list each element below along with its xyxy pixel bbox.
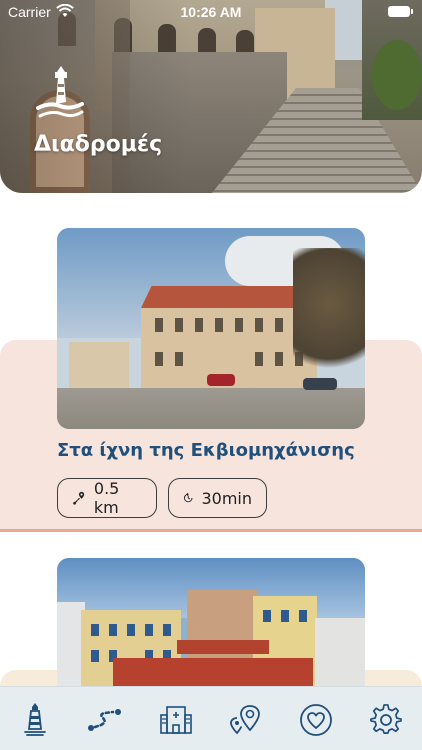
photo-window bbox=[127, 624, 135, 636]
route-duration-value: 30min bbox=[201, 488, 252, 508]
route-icon bbox=[88, 709, 121, 731]
photo-window bbox=[175, 318, 183, 332]
route-distance-badge: 0.5 km bbox=[57, 478, 157, 518]
lighthouse-icon bbox=[24, 703, 46, 736]
route-duration-badge: 30min bbox=[168, 478, 267, 518]
photo-window bbox=[275, 318, 283, 332]
photo-ground bbox=[57, 388, 365, 429]
photo-window bbox=[275, 352, 283, 366]
tab-settings[interactable] bbox=[368, 703, 404, 737]
route-card-photo[interactable] bbox=[57, 558, 365, 698]
photo-window bbox=[215, 318, 223, 332]
photo-car bbox=[207, 374, 235, 386]
route-distance-value: 0.5 km bbox=[93, 479, 120, 517]
photo-car bbox=[303, 378, 337, 390]
tab-routes[interactable] bbox=[87, 703, 123, 737]
photo-window bbox=[195, 318, 203, 332]
heart-icon bbox=[300, 704, 332, 736]
photo-roof bbox=[177, 640, 269, 654]
photo-window bbox=[235, 318, 243, 332]
photo-window bbox=[155, 318, 163, 332]
tab-favorites[interactable] bbox=[298, 703, 334, 737]
battery-icon bbox=[388, 6, 413, 17]
photo-window bbox=[109, 624, 117, 636]
photo-window bbox=[145, 624, 153, 636]
photo-window bbox=[263, 610, 271, 622]
photo-tree bbox=[293, 248, 365, 388]
route-distance-icon bbox=[73, 491, 85, 505]
photo-window bbox=[155, 352, 163, 366]
tab-places[interactable] bbox=[228, 703, 264, 737]
photo-window bbox=[175, 352, 183, 366]
header-banner: Διαδρομές bbox=[0, 0, 422, 193]
photo-window bbox=[255, 352, 263, 366]
clock: 10:26 AM bbox=[180, 4, 242, 20]
photo-window bbox=[163, 624, 171, 636]
gear-icon bbox=[370, 704, 402, 734]
photo-window bbox=[91, 650, 99, 662]
status-bar: Carrier 10:26 AM bbox=[0, 0, 422, 24]
route-title[interactable]: Στα ίχνη της Εκβιομηχάνισης bbox=[57, 440, 355, 461]
photo-building-left bbox=[69, 342, 129, 388]
photo-roof bbox=[141, 286, 317, 308]
photo-window bbox=[255, 318, 263, 332]
tab-bar bbox=[0, 686, 422, 750]
page-title: Διαδρομές bbox=[34, 132, 163, 157]
map-pins-icon bbox=[230, 705, 260, 735]
route-card-photo[interactable] bbox=[57, 228, 365, 429]
photo-window bbox=[299, 610, 307, 622]
photo-window bbox=[281, 610, 289, 622]
clock-icon bbox=[184, 492, 193, 503]
tab-hotels[interactable] bbox=[158, 703, 194, 737]
hotel-icon bbox=[160, 706, 192, 734]
tab-home[interactable] bbox=[17, 703, 53, 737]
photo-window bbox=[91, 624, 99, 636]
lighthouse-logo-icon bbox=[36, 66, 84, 118]
